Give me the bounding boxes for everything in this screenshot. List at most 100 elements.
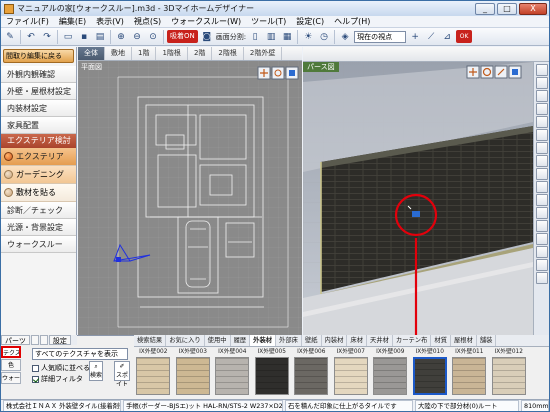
diagnosis-button[interactable]: 診断／チェック [1, 202, 76, 219]
ok-button[interactable]: OK [456, 30, 473, 43]
tab-ceiling[interactable]: 天井材 [367, 335, 393, 346]
interior-material-button[interactable]: 内装材設定 [1, 100, 76, 117]
save-icon[interactable]: ▪ [77, 30, 91, 44]
tab-settings[interactable]: 設定 [48, 335, 71, 345]
split-single-icon[interactable]: ▯ [248, 30, 262, 44]
shade-icon[interactable] [535, 194, 548, 206]
tab-floor1-roof[interactable]: 1階根 [156, 47, 188, 60]
move-control-icons[interactable] [257, 66, 299, 80]
tab-color[interactable]: 色 [1, 359, 21, 371]
print-icon[interactable]: ▤ [93, 30, 107, 44]
zoom-icon[interactable] [535, 142, 548, 154]
ruler-icon[interactable]: ⟋ [424, 30, 438, 44]
checkbox-box[interactable] [32, 364, 39, 372]
exterior-item[interactable]: エクステリア [1, 148, 76, 166]
wire-icon[interactable] [535, 181, 548, 193]
swatch-image[interactable] [136, 357, 171, 395]
maximize-button[interactable]: □ [497, 2, 517, 15]
paving-item[interactable]: 敷材を貼る [1, 184, 76, 202]
tab-interior-material[interactable]: 内装材 [322, 335, 348, 346]
rotate-icon[interactable] [535, 168, 548, 180]
tab-floor2[interactable]: 2階 [188, 47, 213, 60]
tab-exterior-floor[interactable]: 外部床 [276, 335, 302, 346]
texture-swatch[interactable]: IX外壁003 [174, 348, 213, 398]
texture-swatch[interactable]: IX外壁012 [490, 348, 529, 398]
tab-favorites[interactable]: お気に入り [166, 335, 205, 346]
view-front-icon[interactable] [535, 64, 548, 76]
popular-order-checkbox[interactable]: 人気順に並べる [32, 363, 90, 373]
minimize-button[interactable]: _ [475, 2, 495, 15]
pan-icon[interactable] [535, 155, 548, 167]
wall-roof-material-button[interactable]: 外壁・屋根材設定 [1, 83, 76, 100]
redo-icon[interactable]: ↷ [40, 30, 54, 44]
zoom-out-icon[interactable]: ⊖ [130, 30, 144, 44]
tab-flooring[interactable]: 床材 [347, 335, 368, 346]
texture-filter-select[interactable]: すべてのテクスチャを表示 [32, 348, 128, 360]
swatch-image[interactable] [373, 357, 408, 395]
detail-filter-checkbox[interactable]: 詳細フィルタ [32, 374, 83, 384]
menu-file[interactable]: ファイル(F) [1, 16, 54, 28]
light-icon[interactable] [535, 207, 548, 219]
tab-material[interactable]: 材質 [431, 335, 451, 346]
tab-wallpaper[interactable]: 壁紙 [302, 335, 322, 346]
render-icon[interactable] [535, 246, 548, 258]
gardening-item[interactable]: ガーデニング [1, 166, 76, 184]
camera-save-icon[interactable] [535, 233, 548, 245]
split-quad-icon[interactable]: ▦ [280, 30, 294, 44]
menu-help[interactable]: ヘルプ(H) [329, 16, 375, 28]
eyedropper-button[interactable]: ✐ スポイト [114, 361, 130, 388]
tab-curtain[interactable]: カーテン布 [393, 335, 432, 346]
tab-paving[interactable]: 舗装 [477, 335, 497, 346]
menu-edit[interactable]: 編集(E) [54, 16, 91, 28]
tab-all[interactable]: 全体 [78, 47, 105, 60]
swatch-image[interactable] [215, 357, 250, 395]
close-button[interactable]: X [519, 2, 547, 15]
tab-floor2-roof[interactable]: 2階根 [212, 47, 244, 60]
perspective-view[interactable] [303, 62, 533, 335]
swatch-image[interactable] [254, 357, 289, 395]
snap-toggle-button[interactable]: 吸着ON [167, 30, 198, 43]
tab-blank-1[interactable] [30, 335, 39, 345]
tab-floor2-wall[interactable]: 2階外壁 [244, 47, 283, 60]
zoom-fit-icon[interactable]: ⊙ [146, 30, 160, 44]
tab-texture[interactable]: テクスチャ [1, 346, 21, 358]
texture-swatch[interactable]: IX外壁004 [213, 348, 252, 398]
view-right-icon[interactable] [535, 103, 548, 115]
undo-icon[interactable]: ↶ [24, 30, 38, 44]
zoom-in-icon[interactable]: ⊕ [114, 30, 128, 44]
furniture-placement-button[interactable]: 家具配置 [1, 117, 76, 134]
view-back-icon[interactable] [535, 77, 548, 89]
light-background-button[interactable]: 光源・背景設定 [1, 219, 76, 236]
menu-viewpoint[interactable]: 視点(S) [129, 16, 166, 28]
texture-swatch[interactable]: IX外壁010 [411, 348, 450, 398]
viewpoint-select[interactable]: 現在の視点 [354, 30, 407, 43]
tab-search-results[interactable]: 検索結果 [134, 335, 167, 346]
swatch-image[interactable] [333, 357, 368, 395]
pencil-icon[interactable]: ✎ [3, 30, 17, 44]
swatch-image[interactable] [294, 357, 329, 395]
export-icon[interactable] [535, 259, 548, 271]
view-top-icon[interactable] [535, 116, 548, 128]
texture-swatch[interactable]: IX外壁009 [371, 348, 410, 398]
split-horizontal-icon[interactable]: ▥ [264, 30, 278, 44]
checkbox-box[interactable] [32, 375, 39, 383]
viewpoint-add-icon[interactable]: + [408, 30, 422, 44]
sun-icon[interactable]: ☀ [301, 30, 315, 44]
tab-roof[interactable]: 屋根材 [451, 335, 477, 346]
texture-swatch[interactable]: IX外壁006 [292, 348, 331, 398]
view-left-icon[interactable] [535, 90, 548, 102]
tab-blank-2[interactable] [39, 335, 48, 345]
texture-swatch[interactable]: IX外壁002 [134, 348, 173, 398]
tab-parts[interactable]: パーツ [1, 335, 30, 345]
swatch-image[interactable] [491, 357, 526, 395]
viewpoint-icon[interactable]: ◈ [338, 30, 352, 44]
floor-plan-drawing[interactable] [78, 47, 302, 335]
swatch-image[interactable] [452, 357, 487, 395]
shadow-icon[interactable] [535, 220, 548, 232]
tab-in-use[interactable]: 使用中 [205, 335, 231, 346]
menu-view[interactable]: 表示(V) [91, 16, 129, 28]
tab-walk[interactable]: ウォーク [1, 372, 21, 384]
texture-swatch[interactable]: IX外壁011 [450, 348, 489, 398]
open-folder-icon[interactable]: ▭ [61, 30, 75, 44]
menu-walkthrough[interactable]: ウォークスルー(W) [166, 16, 246, 28]
